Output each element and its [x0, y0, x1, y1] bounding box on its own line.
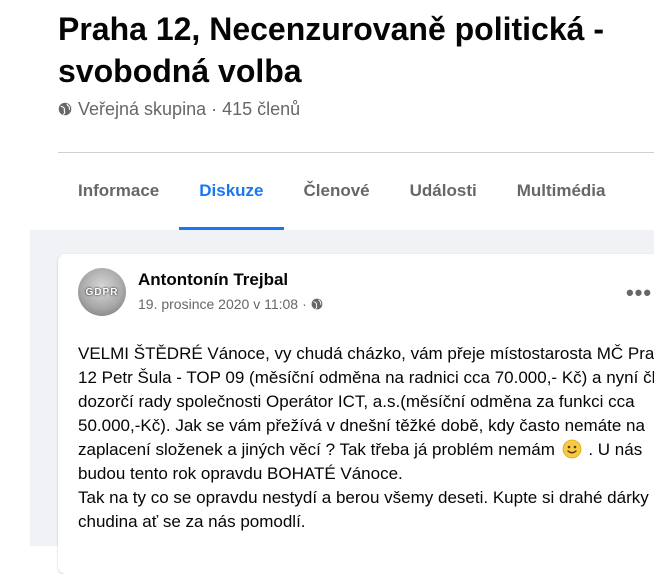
post-card: GDPR Antontonín Trejbal 19. prosince 202… — [58, 254, 654, 574]
globe-icon — [311, 298, 323, 310]
member-count[interactable]: 415 členů — [222, 96, 300, 122]
group-privacy: Veřejná skupina — [78, 99, 207, 119]
slightly-smiling-face-icon — [562, 439, 582, 459]
post-timestamp[interactable]: 19. prosince 2020 v 11:08 — [138, 294, 298, 314]
group-meta: Veřejná skupina · 415 členů — [58, 96, 300, 122]
group-tabs: Informace Diskuze Členové Události Multi… — [58, 168, 626, 230]
globe-icon — [58, 102, 72, 116]
group-header: Praha 12, Necenzurovaně politická - svob… — [0, 0, 654, 230]
post-author[interactable]: Antontonín Trejbal — [138, 268, 288, 292]
tab-diskuze[interactable]: Diskuze — [179, 168, 284, 230]
post-meta: 19. prosince 2020 v 11:08 · — [138, 294, 323, 314]
tab-clenove[interactable]: Členové — [284, 168, 390, 214]
tab-multimedia[interactable]: Multimédia — [497, 168, 626, 214]
tab-udalosti[interactable]: Události — [390, 168, 497, 214]
meta-separator: · — [211, 99, 218, 119]
post-paragraph: VELMI ŠTĚDRÉ Vánoce, vy chudá cházko, vá… — [78, 342, 654, 486]
post-paragraph-2: Tak na ty co se opravdu nestydí a berou … — [78, 488, 654, 531]
more-options-button[interactable]: ••• — [624, 278, 654, 308]
avatar-label: GDPR — [85, 286, 119, 298]
avatar[interactable]: GDPR — [78, 268, 126, 316]
header-divider — [58, 152, 654, 153]
discussion-feed: GDPR Antontonín Trejbal 19. prosince 202… — [30, 230, 654, 574]
post-meta-separator: · — [302, 296, 307, 312]
post-body: VELMI ŠTĚDRÉ Vánoce, vy chudá cházko, vá… — [78, 342, 654, 534]
group-title[interactable]: Praha 12, Necenzurovaně politická - svob… — [58, 8, 618, 92]
tab-informace[interactable]: Informace — [58, 168, 179, 214]
